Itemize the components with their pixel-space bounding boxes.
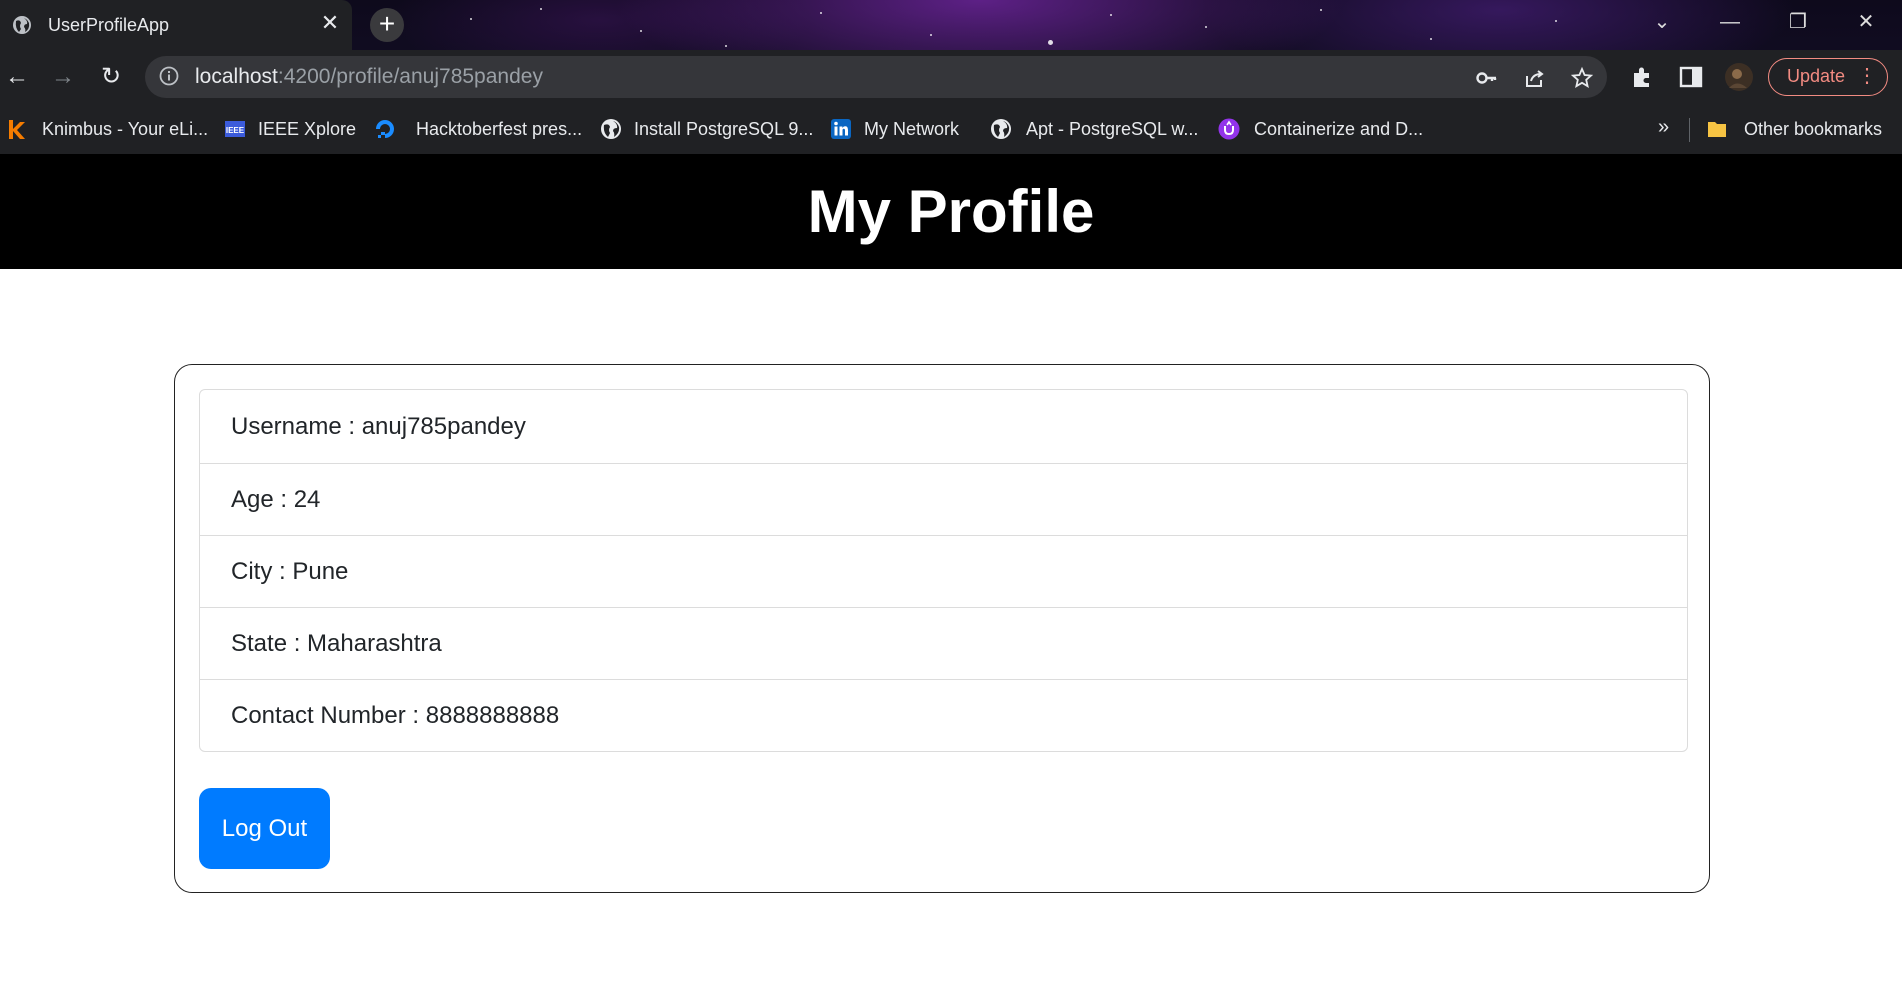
share-icon[interactable]: [1523, 66, 1547, 90]
linkedin-icon: [831, 119, 851, 139]
update-label: Update: [1787, 66, 1846, 86]
new-tab-button[interactable]: +: [370, 8, 404, 42]
bookmark-item[interactable]: My Network: [830, 116, 959, 142]
page-title: My Profile: [807, 178, 1095, 245]
knimbus-icon: [9, 120, 25, 139]
bookmark-item[interactable]: Hacktoberfest pres...: [374, 116, 582, 142]
bookmarks-overflow-button[interactable]: »: [1658, 116, 1669, 139]
bookmark-star-icon[interactable]: [1570, 66, 1594, 90]
bookmark-label: Install PostgreSQL 9...: [634, 118, 814, 139]
reload-button[interactable]: ↻: [96, 62, 126, 92]
other-bookmarks-button[interactable]: Other bookmarks: [1706, 116, 1882, 142]
ieee-icon: IEEE: [225, 121, 245, 137]
globe-icon: [991, 119, 1011, 139]
digitalocean-icon: [376, 120, 394, 138]
profile-card: Username : anuj785pandey Age : 24 City :…: [174, 364, 1710, 893]
globe-icon: [13, 16, 31, 34]
extensions-icon[interactable]: [1630, 64, 1656, 90]
browser-chrome: UserProfileApp ✕ + ⌄ — ❐ ✕ ← → ↻ localho…: [0, 0, 1902, 154]
url-text[interactable]: localhost:4200/profile/anuj785pandey: [195, 65, 543, 89]
bookmark-item[interactable]: Install PostgreSQL 9...: [600, 116, 813, 142]
logout-button[interactable]: Log Out: [199, 788, 330, 869]
address-bar[interactable]: localhost:4200/profile/anuj785pandey: [145, 56, 1607, 98]
profile-list: Username : anuj785pandey Age : 24 City :…: [199, 389, 1688, 752]
browser-tab[interactable]: UserProfileApp ✕: [0, 0, 352, 50]
bookmark-item[interactable]: Knimbus - Your eLi...: [6, 116, 208, 142]
avatar[interactable]: [1724, 62, 1754, 92]
profile-state: State : Maharashtra: [200, 607, 1687, 679]
tab-title: UserProfileApp: [48, 15, 170, 35]
key-icon[interactable]: [1475, 66, 1499, 90]
profile-age: Age : 24: [200, 463, 1687, 535]
url-path: :4200/profile/anuj785pandey: [277, 65, 543, 88]
svg-text:IEEE: IEEE: [226, 126, 245, 135]
side-panel-icon[interactable]: [1678, 64, 1704, 90]
forward-button[interactable]: →: [48, 62, 78, 92]
bookmarks-bar: Knimbus - Your eLi... IEEE IEEE Xplore H…: [0, 104, 1902, 154]
profile-contact-number: Contact Number : 8888888888: [200, 679, 1687, 751]
bookmark-item[interactable]: IEEE IEEE Xplore: [224, 116, 356, 142]
globe-icon: [601, 119, 621, 139]
menu-dots-icon[interactable]: ⋮: [1857, 59, 1877, 94]
tab-strip: UserProfileApp ✕ + ⌄ — ❐ ✕: [0, 0, 1902, 50]
site-info-icon[interactable]: [159, 66, 179, 86]
minimize-button[interactable]: —: [1696, 0, 1764, 44]
other-bookmarks-label: Other bookmarks: [1744, 118, 1883, 139]
bookmark-label: Containerize and D...: [1254, 118, 1424, 139]
upgrad-icon: [1218, 118, 1240, 140]
close-tab-icon[interactable]: ✕: [318, 11, 342, 35]
bookmark-label: Apt - PostgreSQL w...: [1026, 118, 1199, 139]
bookmark-item[interactable]: Containerize and D...: [1218, 116, 1423, 142]
bookmark-label: Hacktoberfest pres...: [416, 118, 583, 139]
tab-search-icon[interactable]: ⌄: [1628, 0, 1696, 44]
bookmarks-divider: [1689, 118, 1690, 142]
profile-city: City : Pune: [200, 535, 1687, 607]
window-close-button[interactable]: ✕: [1832, 0, 1900, 44]
browser-toolbar: ← → ↻ localhost:4200/profile/anuj785pand…: [0, 50, 1902, 104]
url-host: localhost: [195, 65, 278, 88]
back-button[interactable]: ←: [2, 62, 32, 92]
page-header: My Profile: [0, 154, 1902, 269]
bookmark-label: Knimbus - Your eLi...: [42, 118, 209, 139]
profile-username: Username : anuj785pandey: [231, 412, 526, 440]
bookmark-label: IEEE Xplore: [258, 118, 357, 139]
folder-icon: [1708, 122, 1726, 137]
bookmark-item[interactable]: Apt - PostgreSQL w...: [990, 116, 1198, 142]
update-button[interactable]: Update ⋮: [1768, 58, 1888, 96]
restore-button[interactable]: ❐: [1764, 0, 1832, 44]
bookmark-label: My Network: [864, 118, 960, 139]
